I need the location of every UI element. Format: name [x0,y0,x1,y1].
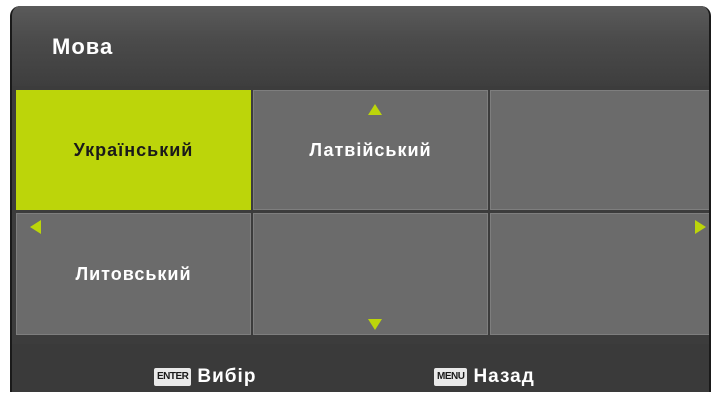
language-option-empty[interactable] [490,90,709,210]
menu-title: Мова [52,34,114,59]
language-option-lithuanian[interactable]: Литовський [16,213,251,335]
language-option-ukrainian[interactable]: Український [16,90,251,210]
select-hint[interactable]: ENTER Вибір [154,366,256,388]
language-menu-window: Мова Український Латвійський Литовський … [10,6,711,392]
menu-header: Мова [12,6,709,86]
footer-hints: ENTER Вибір MENU Назад [12,344,709,392]
language-option-empty[interactable] [490,213,709,335]
arrow-up-icon[interactable] [368,104,382,115]
back-hint[interactable]: MENU Назад [434,366,535,388]
select-hint-label: Вибір [197,366,257,387]
back-hint-label: Назад [473,366,535,387]
menu-key-icon: MENU [434,368,468,386]
arrow-left-icon[interactable] [30,220,41,234]
arrow-right-icon[interactable] [695,220,706,234]
language-grid: Український Латвійський Литовський [16,90,709,335]
enter-key-icon: ENTER [154,368,192,386]
language-option-empty[interactable] [253,213,488,335]
arrow-down-icon[interactable] [368,319,382,330]
